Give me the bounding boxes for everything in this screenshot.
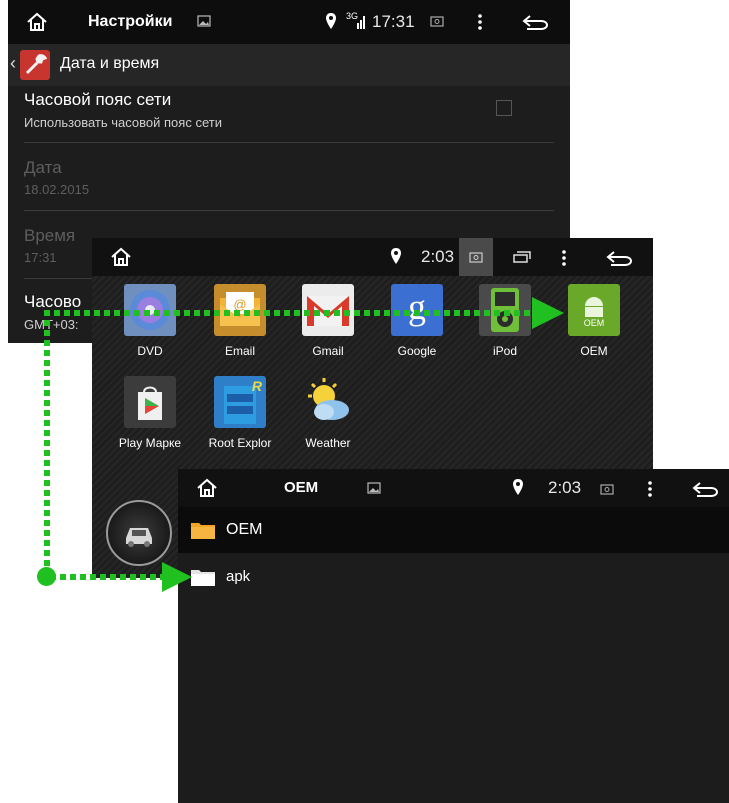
setting-title: Часовой пояс сети — [24, 90, 172, 109]
arrow-head-right-icon — [532, 297, 564, 334]
app-label: Play Марке — [118, 436, 182, 450]
setting-subtitle: Использовать часовой пояс сети — [24, 115, 222, 130]
app-label: Gmail — [312, 344, 344, 358]
folder-icon — [190, 520, 216, 545]
app-google[interactable]: g Google — [372, 284, 462, 358]
app-gmail[interactable]: Gmail — [283, 284, 373, 358]
play-store-icon — [124, 376, 176, 428]
status-bar: 2:03 — [92, 238, 653, 276]
setting-subtitle: 18.02.2015 — [24, 182, 90, 197]
home-icon[interactable] — [106, 246, 136, 268]
status-bar: Настройки 3G 17:31 — [8, 0, 570, 44]
status-time: 2:03 — [421, 247, 455, 266]
weather-icon — [302, 376, 354, 428]
home-icon[interactable] — [22, 10, 52, 34]
back-chevron-icon[interactable]: ‹ — [10, 53, 16, 74]
setting-subtitle: 17:31 — [24, 250, 57, 265]
overflow-menu-icon[interactable] — [644, 479, 656, 499]
car-icon — [126, 528, 152, 547]
folder-row-apk[interactable]: apk — [178, 557, 729, 599]
folder-label: apk — [226, 568, 251, 585]
settings-app-icon — [20, 50, 50, 80]
status-bar: OEM 2:03 — [178, 469, 729, 507]
app-label: Email — [224, 344, 255, 358]
app-weather[interactable]: Weather — [283, 376, 373, 450]
status-time: 2:03 — [548, 478, 582, 497]
location-icon — [324, 11, 338, 31]
location-icon — [390, 247, 402, 265]
divider — [24, 210, 554, 211]
app-label: Weather — [305, 436, 351, 450]
location-icon — [512, 478, 524, 496]
recent-apps-icon[interactable] — [512, 249, 532, 265]
back-icon[interactable] — [602, 248, 636, 268]
status-time: 17:31 — [372, 12, 415, 31]
screenshot-icon[interactable] — [459, 238, 493, 276]
setting-title: Дата — [24, 158, 62, 177]
folder-row-oem[interactable]: OEM — [178, 507, 729, 553]
app-root-explorer[interactable]: R Root Explor — [195, 376, 285, 450]
app-dvd[interactable]: DVD — [105, 284, 195, 358]
root-explorer-icon: R — [214, 376, 266, 428]
folder-icon — [190, 567, 216, 592]
screenshot-icon[interactable] — [598, 481, 616, 497]
setting-title: Время — [24, 226, 76, 245]
home-icon[interactable] — [192, 477, 222, 499]
root-badge: R — [251, 378, 262, 394]
divider — [24, 142, 554, 143]
overflow-menu-icon[interactable] — [558, 248, 570, 268]
overflow-menu-icon[interactable] — [474, 11, 486, 33]
network-timezone-checkbox[interactable] — [496, 100, 512, 116]
app-label: OEM — [580, 344, 608, 358]
app-email[interactable]: @ Email — [195, 284, 285, 358]
app-label: iPod — [492, 344, 518, 358]
back-icon[interactable] — [518, 12, 552, 32]
signal-icon — [356, 12, 368, 30]
app-label: DVD — [137, 344, 163, 358]
app-play-store[interactable]: Play Марке — [105, 376, 195, 450]
setting-title[interactable]: Часово — [24, 292, 81, 312]
app-label: Root Explor — [208, 436, 272, 450]
status-title: Настройки — [88, 13, 173, 30]
settings-header-title: Дата и время — [60, 55, 160, 72]
status-title: OEM — [284, 479, 319, 496]
arrow-head-right-icon — [162, 562, 192, 597]
oem-android-icon: OEM — [568, 284, 620, 336]
back-icon[interactable] — [688, 479, 722, 499]
setting-subtitle: GMT+03: — [24, 317, 79, 332]
arrow-path-top — [44, 310, 536, 316]
arrow-path-vertical — [44, 310, 50, 576]
gallery-icon — [366, 480, 382, 496]
folder-label: OEM — [226, 521, 263, 538]
oem-badge: OEM — [583, 318, 605, 328]
app-label: Google — [397, 344, 437, 358]
screenshot-icon[interactable] — [428, 13, 446, 29]
gallery-icon — [196, 13, 212, 29]
arrow-path-bottom — [50, 574, 166, 580]
settings-header: ‹ Дата и время — [8, 44, 570, 86]
car-mode-button[interactable] — [106, 500, 172, 566]
file-manager-screenshot: OEM 2:03 OEM apk — [178, 469, 729, 803]
